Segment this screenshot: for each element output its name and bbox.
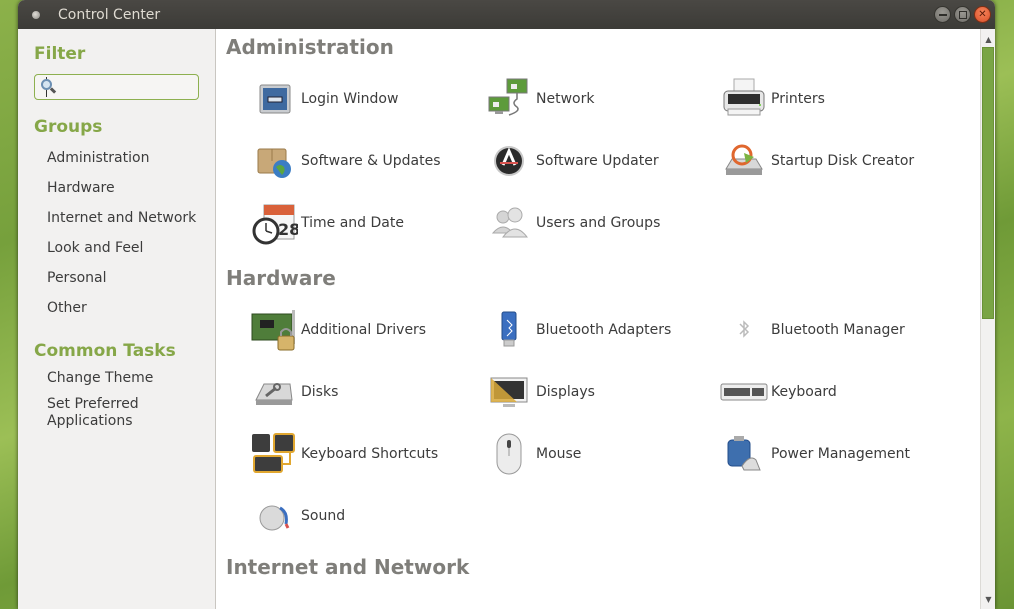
control-center-window: Control Center ✕ Filter Groups Administr… (18, 0, 995, 609)
group-other[interactable]: Other (34, 293, 215, 323)
item-printers[interactable]: Printers (716, 66, 951, 131)
item-sound[interactable]: Sound (246, 483, 481, 548)
group-hardware[interactable]: Hardware (34, 173, 215, 203)
item-bluetooth-adapters[interactable]: Bluetooth Adapters (481, 297, 716, 362)
filter-search-box[interactable] (34, 74, 223, 100)
sound-icon (246, 492, 301, 540)
item-software-updater[interactable]: Software Updater (481, 128, 716, 193)
item-bluetooth-manager[interactable]: Bluetooth Manager (716, 297, 951, 362)
time-date-icon: 28 (246, 199, 301, 247)
window-title: Control Center (58, 6, 161, 23)
displays-icon (481, 368, 536, 416)
keyboard-shortcuts-icon (246, 430, 301, 478)
title-bar[interactable]: Control Center ✕ (18, 0, 995, 29)
item-network[interactable]: Network (481, 66, 716, 131)
groups-list: Administration Hardware Internet and Net… (34, 143, 215, 323)
bluetooth-icon (716, 306, 771, 354)
section-title-internet-network: Internet and Network (226, 555, 470, 579)
scroll-up-arrow-icon[interactable]: ▲ (981, 31, 995, 47)
group-look-and-feel[interactable]: Look and Feel (34, 233, 215, 263)
mouse-icon (481, 430, 536, 478)
filter-heading: Filter (34, 44, 86, 64)
close-button[interactable]: ✕ (974, 6, 991, 23)
task-set-preferred-applications[interactable]: Set Preferred Applications (34, 396, 144, 430)
item-users-and-groups[interactable]: Users and Groups (481, 190, 716, 255)
item-power-management[interactable]: Power Management (716, 421, 951, 486)
startup-disk-icon (716, 137, 771, 185)
scroll-down-arrow-icon[interactable]: ▼ (981, 591, 995, 607)
minimize-button[interactable] (934, 6, 951, 23)
window-menu-icon[interactable] (32, 10, 40, 19)
window-controls: ✕ (934, 6, 991, 23)
svg-text:28: 28 (278, 220, 298, 239)
common-tasks-heading: Common Tasks (34, 341, 176, 361)
group-administration[interactable]: Administration (34, 143, 215, 173)
printer-icon (716, 75, 771, 123)
software-updater-icon (481, 137, 536, 185)
scrollbar-thumb[interactable] (982, 47, 994, 319)
main-panel: Administration Login Window Network Prin… (216, 29, 995, 609)
sidebar: Filter Groups Administration Hardware In… (18, 29, 223, 609)
additional-drivers-icon (246, 306, 301, 354)
item-mouse[interactable]: Mouse (481, 421, 716, 486)
item-displays[interactable]: Displays (481, 359, 716, 424)
software-updates-icon (246, 137, 301, 185)
maximize-icon (958, 10, 967, 19)
item-software-updates[interactable]: Software & Updates (246, 128, 481, 193)
item-keyboard-shortcuts[interactable]: Keyboard Shortcuts (246, 421, 481, 486)
item-time-and-date[interactable]: 28 Time and Date (246, 190, 481, 255)
groups-heading: Groups (34, 117, 103, 137)
item-disks[interactable]: Disks (246, 359, 481, 424)
maximize-button[interactable] (954, 6, 971, 23)
section-title-administration: Administration (226, 35, 394, 59)
vertical-scrollbar[interactable]: ▲ ▼ (980, 29, 995, 609)
disks-icon (246, 368, 301, 416)
administration-grid: Login Window Network Printers Software &… (246, 69, 975, 255)
group-internet-network[interactable]: Internet and Network (34, 203, 215, 233)
power-management-icon (716, 430, 771, 478)
filter-search-input[interactable] (46, 77, 223, 97)
hardware-grid: Additional Drivers Bluetooth Adapters Bl… (246, 300, 975, 548)
keyboard-icon (716, 368, 771, 416)
item-additional-drivers[interactable]: Additional Drivers (246, 297, 481, 362)
bluetooth-adapter-icon (481, 306, 536, 354)
section-title-hardware: Hardware (226, 266, 336, 290)
task-change-theme[interactable]: Change Theme (34, 370, 215, 387)
login-window-icon (246, 75, 301, 123)
group-personal[interactable]: Personal (34, 263, 215, 293)
item-keyboard[interactable]: Keyboard (716, 359, 951, 424)
item-login-window[interactable]: Login Window (246, 66, 481, 131)
users-groups-icon (481, 199, 536, 247)
minimize-icon (938, 13, 947, 16)
item-startup-disk-creator[interactable]: Startup Disk Creator (716, 128, 951, 193)
close-icon: ✕ (978, 8, 987, 20)
network-icon (481, 75, 536, 123)
